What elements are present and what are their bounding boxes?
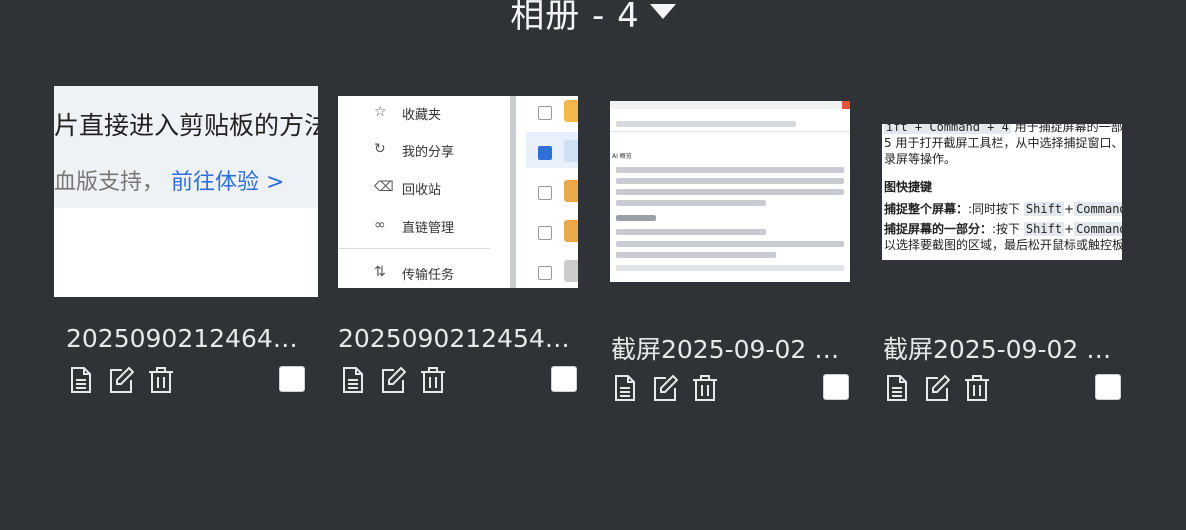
- thumb-text: 片直接进入剪贴板的方法: [54, 111, 318, 140]
- thumb-text-span: :同时按下: [968, 202, 1021, 216]
- select-checkbox[interactable]: [1095, 374, 1121, 400]
- photo-actions: [884, 374, 990, 402]
- share-icon: ↻: [374, 141, 386, 157]
- thumb-code: ift + Command + 4: [884, 124, 1011, 134]
- divider: [338, 248, 490, 249]
- thumb-menu: ☆ 收藏夹 ↻ 我的分享 ⌫ 回收站 ∞ 直链管理 ⇅ 传输任务: [338, 96, 510, 288]
- thumb-caption: AI 概览: [612, 153, 632, 160]
- photo-actions: [340, 366, 446, 394]
- photo-filename: 截屏2025-09-02 …: [883, 335, 1112, 364]
- photo-filename: 2025090212464…: [66, 324, 298, 353]
- trash-icon[interactable]: [692, 374, 718, 402]
- edit-icon[interactable]: [924, 374, 950, 402]
- thumb-text-line: [616, 265, 844, 271]
- star-icon: ☆: [374, 104, 387, 120]
- thumb-text-line: [616, 167, 844, 173]
- thumb-file-icon: [564, 220, 578, 242]
- thumb-checkbox: [538, 186, 552, 200]
- thumb-text: 录屏等操作。: [884, 152, 957, 166]
- photo-actions: [612, 374, 718, 402]
- thumb-text: 捕捉整个屏幕：:同时按下 Shift+Command+3: [884, 200, 1122, 217]
- thumb-text-span: :按下: [992, 222, 1021, 236]
- thumb-toolbar: [610, 101, 850, 109]
- album-title[interactable]: 相册 - 4: [0, 0, 1186, 37]
- thumb-heading-line: [616, 215, 656, 221]
- photo-filename: 截屏2025-09-02 …: [611, 335, 840, 364]
- thumb-code: Command: [1074, 222, 1122, 236]
- thumb-text: 5 用于打开截屏工具栏，从中选择捕捉窗口、屏: [884, 134, 1122, 151]
- thumb-checkbox: [538, 146, 552, 160]
- trash-icon[interactable]: [148, 366, 174, 394]
- thumb-code: Shift: [1023, 222, 1065, 236]
- trash-icon[interactable]: [420, 366, 446, 394]
- trash-icon[interactable]: [964, 374, 990, 402]
- photo-filename: 2025090212454…: [338, 324, 570, 353]
- photo-thumbnail[interactable]: AI 概览: [610, 101, 850, 282]
- thumb-checkbox: [538, 106, 552, 120]
- photo-actions: [68, 366, 174, 394]
- thumb-checkbox: [538, 266, 552, 280]
- thumb-text-label: 捕捉屏幕的一部分：: [884, 222, 993, 236]
- select-checkbox[interactable]: [279, 366, 305, 392]
- thumb-file-list: [516, 96, 578, 288]
- thumb-checkbox: [538, 226, 552, 240]
- edit-icon[interactable]: [108, 366, 134, 394]
- thumb-menu-item: 传输任务: [402, 268, 455, 283]
- thumb-code: Shift: [1023, 202, 1065, 216]
- transfer-icon: ⇅: [374, 264, 386, 280]
- photo-thumbnail[interactable]: ☆ 收藏夹 ↻ 我的分享 ⌫ 回收站 ∞ 直链管理 ⇅ 传输任务: [338, 96, 578, 288]
- thumb-text-label: 捕捉整个屏幕：: [884, 202, 969, 216]
- photo-thumbnail[interactable]: ift + Command + 4 用于捕捉屏幕的一部分 5 用于打开截屏工具栏…: [882, 124, 1122, 260]
- link-icon: ∞: [374, 217, 386, 233]
- thumb-link: 前往体验 >: [171, 170, 285, 195]
- thumb-menu-item: 我的分享: [402, 145, 455, 160]
- document-icon[interactable]: [612, 374, 638, 402]
- document-icon[interactable]: [340, 366, 366, 394]
- thumb-menu-item: 回收站: [402, 183, 442, 198]
- thumb-banner: 片直接进入剪贴板的方法 血版支持， 前往体验 >: [54, 86, 318, 208]
- thumb-code: Command: [1074, 202, 1122, 216]
- thumb-text-line: [616, 178, 844, 184]
- thumb-text-line: [616, 241, 844, 247]
- thumb-text-prefix: 血版支持，: [54, 170, 165, 195]
- document-icon[interactable]: [68, 366, 94, 394]
- trash-icon: ⌫: [374, 179, 394, 195]
- thumb-menu-item: 收藏夹: [402, 108, 442, 123]
- edit-icon[interactable]: [380, 366, 406, 394]
- dropdown-caret-icon[interactable]: [649, 4, 676, 19]
- select-checkbox[interactable]: [551, 366, 577, 392]
- thumb-text-span: 5: [884, 136, 892, 150]
- thumb-nav: [616, 121, 796, 127]
- thumb-file-icon: [564, 140, 578, 162]
- thumb-text: 血版支持， 前往体验 >: [54, 164, 284, 196]
- thumb-text-span: 用于捕捉屏幕的一部分: [1014, 124, 1122, 134]
- select-checkbox[interactable]: [823, 374, 849, 400]
- thumb-toolbar-icon: [842, 101, 850, 109]
- thumb-heading: 图快捷键: [884, 180, 933, 194]
- thumb-file-icon: [564, 100, 578, 122]
- photo-thumbnail[interactable]: 片直接进入剪贴板的方法 血版支持， 前往体验 >: [54, 86, 318, 297]
- thumb-file-icon: [564, 260, 578, 282]
- document-icon[interactable]: [884, 374, 910, 402]
- thumb-file-icon: [564, 180, 578, 202]
- thumb-text-line: [616, 252, 776, 258]
- edit-icon[interactable]: [652, 374, 678, 402]
- thumb-text-line: [616, 189, 844, 195]
- album-title-label: 相册 - 4: [510, 0, 640, 36]
- thumb-text: 捕捉屏幕的一部分：:按下 Shift+Command+4: [884, 220, 1122, 237]
- thumb-text-line: [616, 229, 766, 235]
- thumb-text-span: 用于打开截屏工具栏，从中选择捕捉窗口、屏: [895, 136, 1122, 150]
- thumb-menu-item: 直链管理: [402, 221, 455, 236]
- divider: [610, 131, 850, 132]
- thumb-text-line: [616, 200, 766, 206]
- thumb-text: 以选择要截图的区域，最后松开鼠标或触控板键。: [884, 238, 1122, 252]
